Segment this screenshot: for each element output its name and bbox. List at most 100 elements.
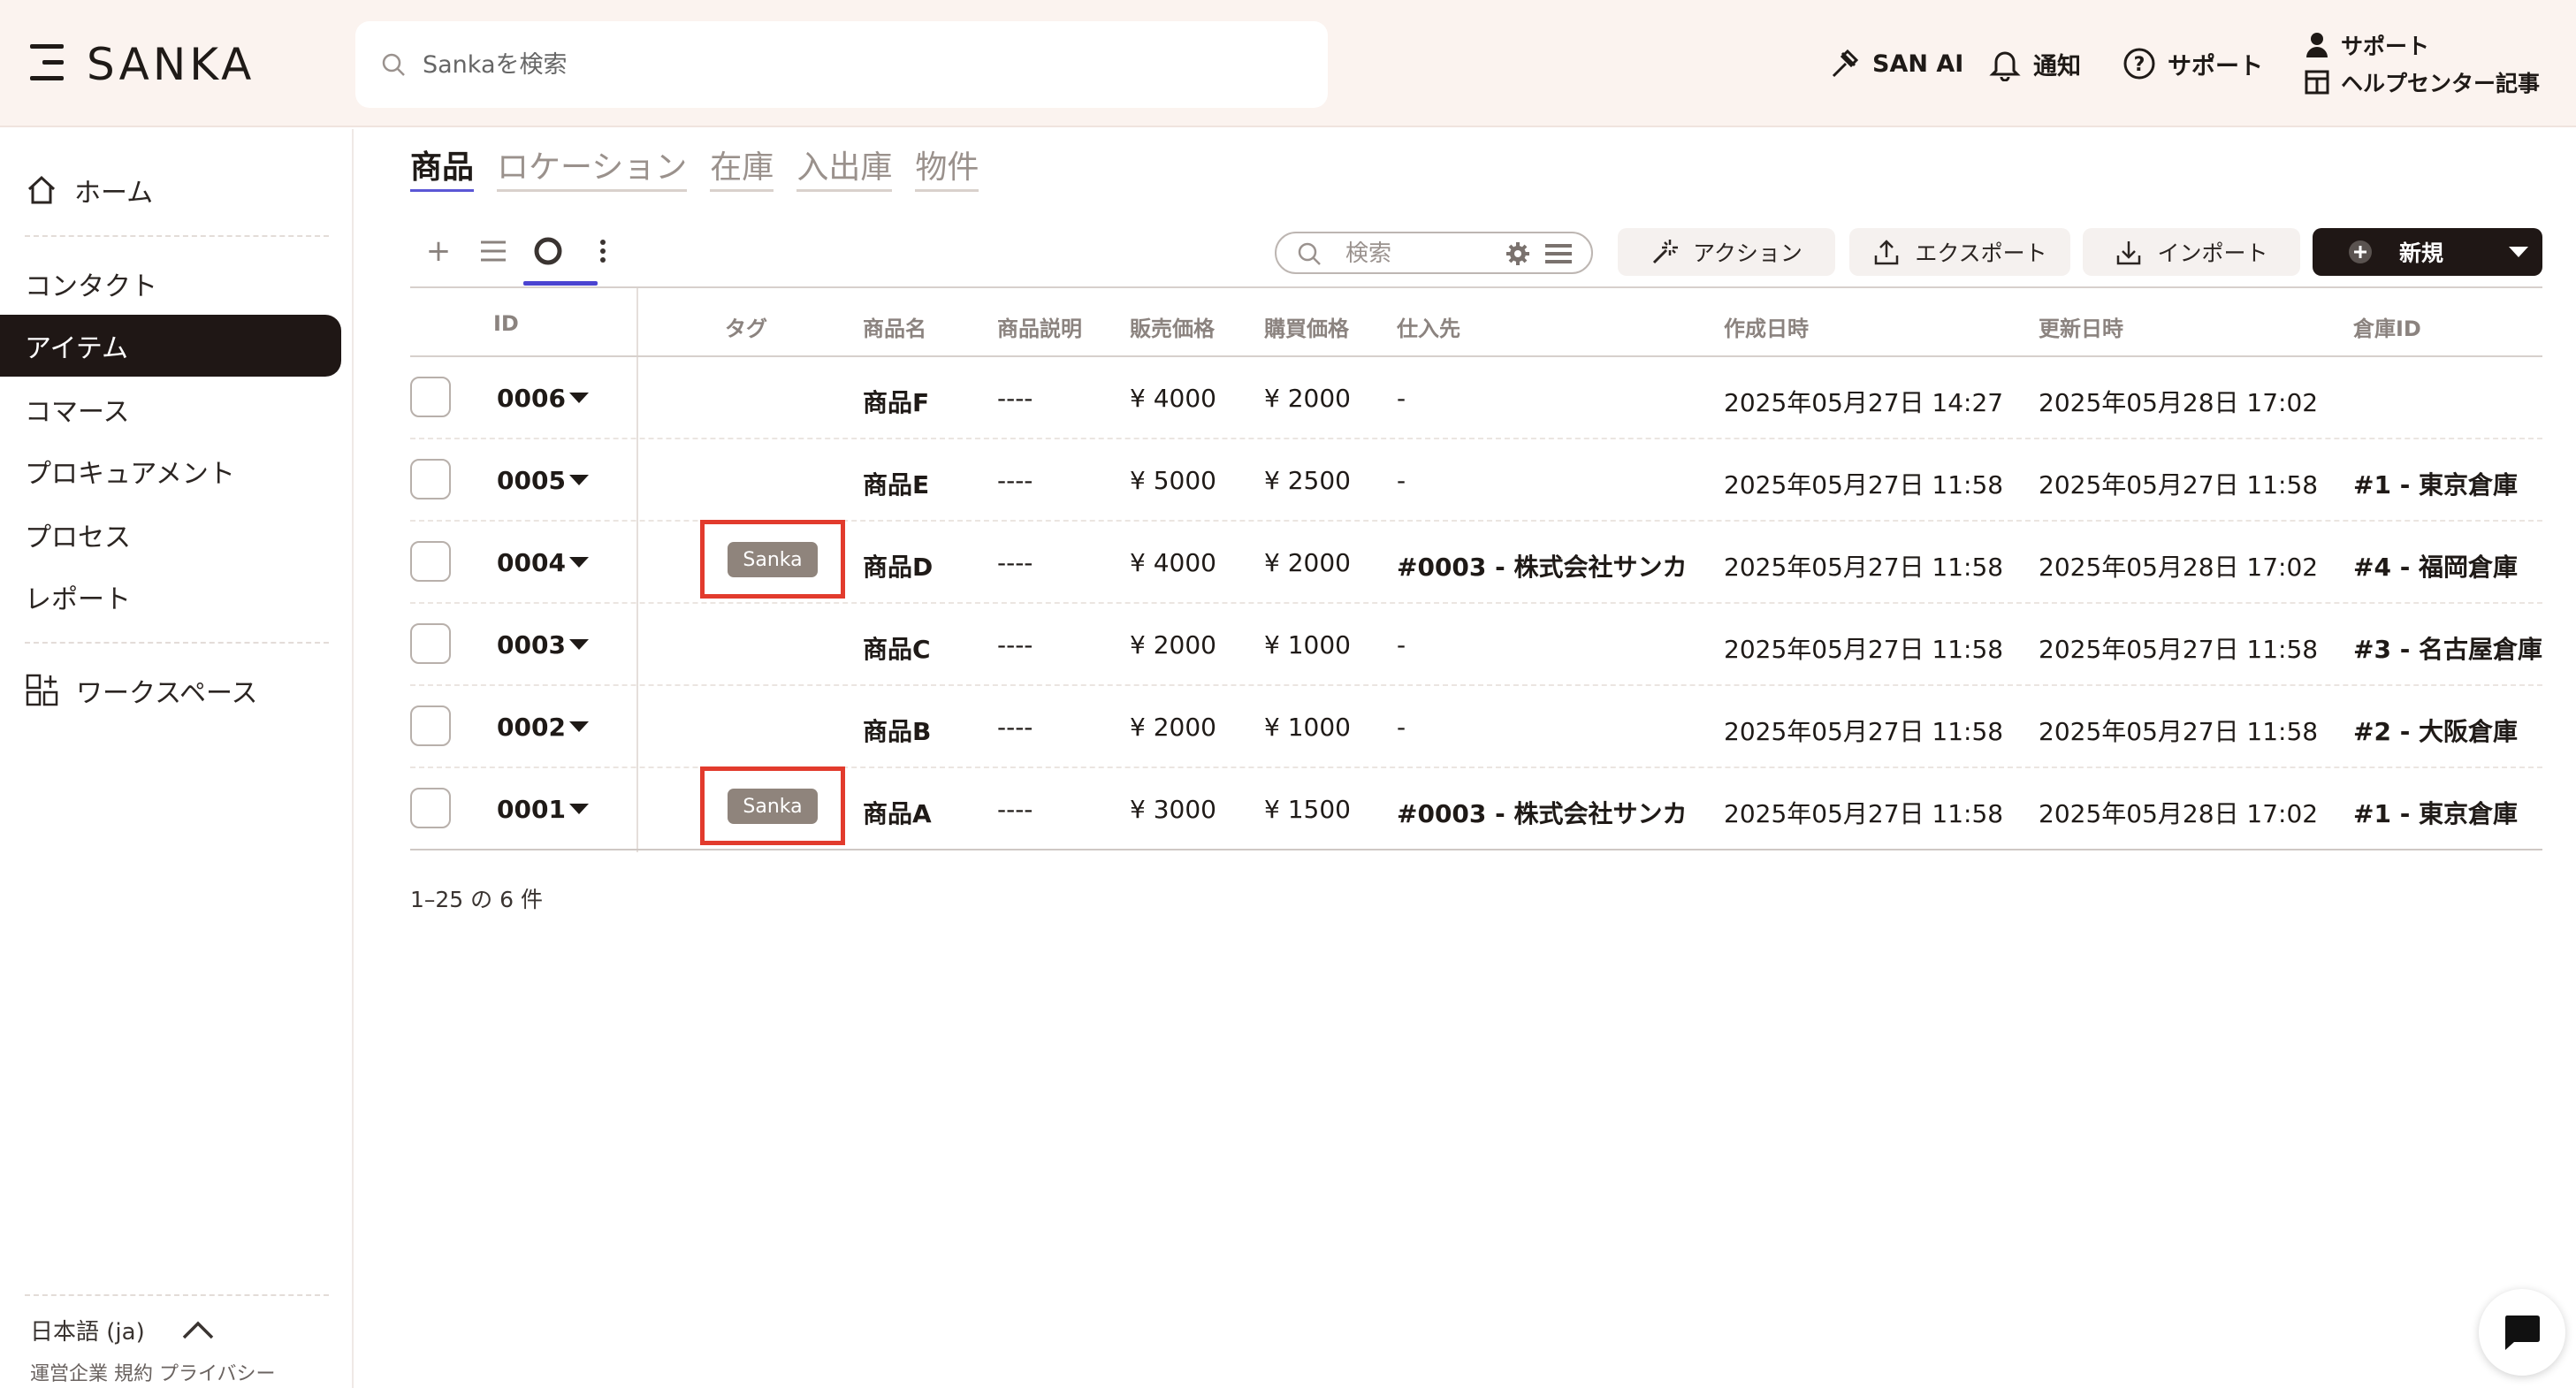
table-row[interactable]: 0004 Sanka 商品D ---- ¥ 4000 ¥ 2000 #0003 … [410, 520, 2542, 604]
action-button[interactable]: アクション [1618, 228, 1835, 276]
row-warehouse[interactable]: #4 - 福岡倉庫 [2353, 548, 2518, 583]
gear-icon[interactable] [1505, 240, 1531, 267]
row-name[interactable]: 商品F [863, 384, 929, 419]
row-checkbox[interactable] [410, 623, 451, 664]
sidebar-item-label: プロセス [25, 522, 131, 553]
sidebar-item-workspace[interactable]: ワークスペース [0, 660, 341, 721]
row-supplier[interactable]: #0003 - 株式会社サンカ [1397, 548, 1688, 583]
column-header-supplier[interactable]: 仕入先 [1397, 311, 1460, 342]
tag-badge[interactable]: Sanka [728, 542, 818, 577]
column-header-sell-price[interactable]: 販売価格 [1130, 311, 1215, 342]
column-header-id[interactable]: ID [493, 311, 519, 336]
tab-transactions[interactable]: 入出庫 [796, 141, 893, 192]
tab-products[interactable]: 商品 [410, 141, 475, 192]
magic-pin-icon [1832, 49, 1859, 78]
circle-view-icon[interactable] [532, 235, 564, 267]
row-buy-price: ¥ 1500 [1264, 795, 1351, 824]
row-warehouse[interactable]: #1 - 東京倉庫 [2353, 795, 2518, 830]
sidebar-item-reports[interactable]: レポート [0, 566, 341, 628]
import-button[interactable]: インポート [2083, 228, 2300, 276]
row-id[interactable]: 0005 [497, 466, 566, 495]
caret-down-icon[interactable] [569, 804, 589, 814]
row-name[interactable]: 商品D [863, 548, 933, 583]
row-name[interactable]: 商品C [863, 630, 931, 666]
row-id[interactable]: 0003 [497, 630, 566, 660]
row-name[interactable]: 商品E [863, 466, 929, 501]
row-checkbox[interactable] [410, 705, 451, 746]
more-vertical-icon[interactable] [587, 235, 619, 267]
sidebar-item-home[interactable]: ホーム [0, 159, 341, 221]
row-description: ---- [997, 384, 1033, 413]
table-row[interactable]: 0005 商品E ---- ¥ 5000 ¥ 2500 - 2025年05月27… [410, 439, 2542, 522]
table-row[interactable]: 0006 商品F ---- ¥ 4000 ¥ 2000 - 2025年05月27… [410, 357, 2542, 439]
row-id[interactable]: 0001 [497, 795, 566, 824]
row-name[interactable]: 商品B [863, 713, 931, 748]
brand-logo[interactable]: SANKA [87, 39, 255, 90]
add-view-icon[interactable]: + [423, 233, 454, 269]
row-id[interactable]: 0004 [497, 548, 566, 577]
row-sell-price: ¥ 3000 [1130, 795, 1216, 824]
language-selector[interactable]: 日本語 (ja) [30, 1314, 216, 1346]
support-button[interactable]: ? サポート [2122, 46, 2263, 81]
row-checkbox[interactable] [410, 377, 451, 417]
column-header-updated[interactable]: 更新日時 [2039, 311, 2123, 342]
sidebar-item-items[interactable]: アイテム [0, 315, 341, 377]
row-warehouse[interactable]: #2 - 大阪倉庫 [2353, 713, 2518, 748]
column-header-name[interactable]: 商品名 [863, 311, 926, 342]
footer-links[interactable]: 運営企業 規約 プライバシー [30, 1358, 276, 1386]
new-button[interactable]: 新規 [2313, 228, 2542, 276]
menu-icon[interactable] [30, 44, 65, 81]
row-id[interactable]: 0002 [497, 713, 566, 742]
row-id[interactable]: 0006 [497, 384, 566, 413]
row-name[interactable]: 商品A [863, 795, 932, 830]
row-checkbox[interactable] [410, 541, 451, 582]
row-checkbox[interactable] [410, 788, 451, 828]
tab-inventory[interactable]: 在庫 [710, 141, 774, 192]
global-search-input[interactable] [423, 44, 1289, 85]
help-center-link[interactable]: ヘルプセンター記事 [2304, 64, 2560, 101]
caret-down-icon[interactable] [569, 475, 589, 485]
list-view-icon[interactable] [477, 235, 509, 267]
caret-down-icon[interactable] [569, 557, 589, 568]
column-header-warehouse[interactable]: 倉庫ID [2353, 311, 2421, 342]
tab-properties[interactable]: 物件 [915, 141, 979, 192]
pagination-info: 1–25 の 6 件 [410, 887, 543, 912]
table-row[interactable]: 0002 商品B ---- ¥ 2000 ¥ 1000 - 2025年05月27… [410, 686, 2542, 768]
table-row[interactable]: 0001 Sanka 商品A ---- ¥ 3000 ¥ 1500 #0003 … [410, 766, 2542, 850]
table-search[interactable] [1275, 232, 1593, 274]
sidebar-item-process[interactable]: プロセス [0, 504, 341, 566]
support-person-link[interactable]: サポート [2304, 27, 2560, 64]
row-updated: 2025年05月27日 11:58 [2039, 717, 2319, 746]
export-button[interactable]: エクスポート [1849, 228, 2070, 276]
filter-list-icon[interactable] [1545, 242, 1572, 265]
row-supplier: - [1397, 630, 1406, 660]
sidebar-item-contacts[interactable]: コンタクト [0, 253, 341, 315]
caret-down-icon[interactable] [569, 639, 589, 650]
table-row[interactable]: 0003 商品C ---- ¥ 2000 ¥ 1000 - 2025年05月27… [410, 604, 2542, 686]
sidebar-item-label: コンタクト [25, 271, 157, 302]
row-updated: 2025年05月27日 11:58 [2039, 470, 2319, 500]
notifications-button[interactable]: 通知 [1987, 46, 2081, 81]
global-search[interactable] [355, 21, 1328, 108]
caret-down-icon[interactable] [569, 721, 589, 732]
row-warehouse[interactable]: #1 - 東京倉庫 [2353, 466, 2518, 501]
column-header-created[interactable]: 作成日時 [1724, 311, 1809, 342]
row-supplier[interactable]: #0003 - 株式会社サンカ [1397, 795, 1688, 830]
bell-icon [1989, 51, 2021, 81]
chevron-down-icon[interactable] [2509, 247, 2528, 257]
san-ai-button[interactable]: SAN AI [1826, 46, 1963, 81]
sidebar-item-commerce[interactable]: コマース [0, 378, 341, 440]
column-header-description[interactable]: 商品説明 [997, 311, 1082, 342]
row-checkbox[interactable] [410, 459, 451, 500]
table-search-input[interactable] [1345, 240, 1496, 268]
tag-badge[interactable]: Sanka [728, 789, 818, 824]
chat-launcher[interactable] [2479, 1289, 2565, 1376]
caret-down-icon[interactable] [569, 393, 589, 403]
sidebar-item-procurement[interactable]: プロキュアメント [0, 440, 341, 502]
column-header-buy-price[interactable]: 購買価格 [1264, 311, 1349, 342]
row-buy-price: ¥ 1000 [1264, 713, 1351, 742]
tab-locations[interactable]: ロケーション [497, 141, 688, 192]
column-header-tag[interactable]: タグ [725, 311, 767, 342]
help-circle-icon: ? [2123, 48, 2155, 80]
row-warehouse[interactable]: #3 - 名古屋倉庫 [2353, 630, 2542, 666]
